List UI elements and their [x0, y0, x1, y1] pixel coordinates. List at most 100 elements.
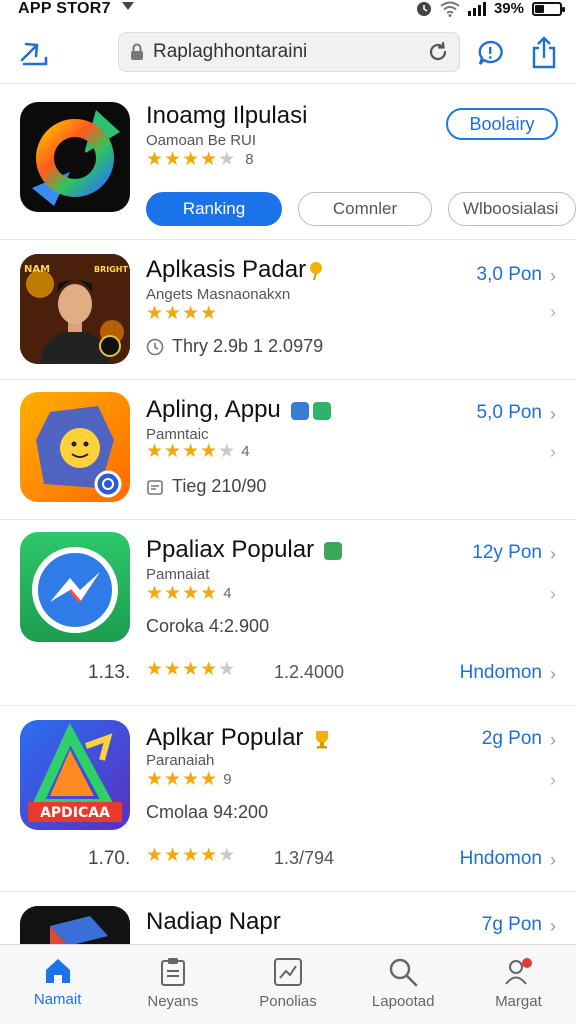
app-meta: Tieg 210/90 — [146, 476, 266, 497]
featured-app-subtitle: Oamoan Be RUI — [146, 132, 257, 149]
carrier-label: APP STOR7 — [18, 0, 111, 17]
star-filled-icon: ★ — [164, 659, 182, 680]
messenger-app-icon — [20, 532, 130, 642]
app-icon[interactable] — [20, 906, 130, 944]
featured-get-button[interactable]: Boolairy — [446, 108, 558, 140]
app-price[interactable]: 3,0 Pon — [477, 264, 543, 286]
bottom-tab-bar: Namait Neyans Ponolias Lapootad Margat — [0, 944, 576, 1024]
tab-label: Margat — [495, 993, 542, 1010]
app-icon[interactable] — [20, 532, 130, 642]
star-filled-icon: ★ — [182, 149, 200, 170]
cube-app-icon — [20, 906, 130, 944]
chat-button[interactable] — [472, 36, 508, 72]
star-filled-icon: ★ — [146, 303, 164, 324]
app-icon[interactable]: NAM BRIGHT — [20, 254, 130, 364]
tab-label: Neyans — [147, 993, 199, 1010]
rank-count: 1.3/794 — [274, 848, 335, 868]
app-title[interactable]: Apling, Appu — [146, 396, 331, 424]
search-icon — [390, 958, 418, 987]
filter-pill-third[interactable]: Wlboosialasi — [448, 192, 576, 226]
app-price[interactable]: 12y Pon — [472, 542, 542, 564]
app-meta: Thry 2.9b 1 2.0979 — [146, 336, 323, 357]
featured-app-icon[interactable] — [20, 102, 130, 212]
star-filled-icon: ★ — [182, 769, 200, 790]
tab-label: Ponolias — [259, 993, 317, 1010]
featured-rating: ★ ★ ★ ★ ★ 8 — [146, 150, 254, 169]
tab-search[interactable]: Lapootad — [346, 945, 461, 1024]
tab-label: Lapootad — [371, 993, 435, 1010]
app-meta: Coroka 4:2.900 — [146, 616, 269, 637]
filter-pill-ranking[interactable]: Ranking — [146, 192, 282, 226]
star-filled-icon: ★ — [200, 441, 218, 462]
tab-charts[interactable]: Ponolias — [230, 945, 345, 1024]
star-filled-icon: ★ — [200, 583, 218, 604]
battery-fill — [535, 4, 544, 13]
app-meta-text: Cmolaa 94:200 — [146, 802, 269, 822]
star-rating: ★ ★ ★ ★ — [146, 584, 217, 603]
profile-icon — [505, 958, 533, 985]
star-filled-icon: ★ — [164, 583, 182, 604]
status-bar: APP STOR7 39% — [0, 0, 576, 22]
star-filled-icon: ★ — [146, 659, 164, 680]
star-filled-icon: ★ — [182, 303, 200, 324]
reload-icon[interactable] — [427, 41, 449, 63]
app-price[interactable]: 7g Pon — [482, 914, 542, 936]
battery-percent: 39% — [493, 0, 524, 17]
app-title[interactable]: Nadiap Napr — [146, 908, 281, 936]
tab-home[interactable]: Namait — [0, 945, 115, 1024]
app-title-text: Aplkar Popular — [146, 724, 304, 751]
app-price[interactable]: 5,0 Pon — [477, 402, 543, 424]
app-list-item[interactable]: APDICAA Aplkar Popular Paranaiah ★ ★ ★ ★ 9 C… — [0, 706, 576, 892]
tab-news[interactable]: Neyans — [115, 945, 230, 1024]
app-subtitle: Paranaiah — [146, 752, 215, 769]
tab-profile[interactable]: Margat — [461, 945, 576, 1024]
chevron-right-icon: › — [550, 850, 556, 870]
star-filled-icon: ★ — [182, 845, 200, 866]
app-subtitle: Angets Masnaonakxn — [146, 286, 291, 303]
app-price[interactable]: 2g Pon — [482, 728, 542, 750]
dropdown-caret-icon — [122, 2, 134, 10]
rating-count: 8 — [245, 151, 254, 168]
app-title-text: Apling, Appu — [146, 396, 281, 423]
chevron-right-icon: › — [550, 302, 556, 322]
app-icon[interactable] — [20, 392, 130, 502]
rank-link[interactable]: Hndomon — [460, 662, 542, 684]
chevron-right-icon: › — [550, 544, 556, 564]
app-title[interactable]: Ppaliax Popular — [146, 536, 343, 564]
star-filled-icon: ★ — [146, 441, 164, 462]
back-button[interactable] — [14, 36, 54, 72]
rank-number: 1.13. — [88, 662, 131, 683]
app-title[interactable]: Aplkasis Padar — [146, 256, 323, 284]
trophy-badge-icon — [316, 730, 329, 749]
app-icon[interactable]: APDICAA — [20, 720, 130, 830]
search-input[interactable] — [153, 41, 419, 63]
chevron-right-icon: › — [550, 664, 556, 684]
star-rating: ★ ★ ★ ★ ★ — [146, 442, 235, 461]
clipboard-icon — [160, 958, 185, 986]
chevron-right-icon: › — [550, 266, 556, 286]
star-filled-icon: ★ — [146, 769, 164, 790]
badge-icon — [290, 401, 309, 420]
star-rating: ★ ★ ★ ★ — [146, 304, 217, 323]
app-list-item[interactable]: Nadiap Napr 7g Pon › — [0, 892, 576, 944]
rank-link[interactable]: Hndomon — [460, 848, 542, 870]
app-rating: ★ ★ ★ ★ 4 — [146, 584, 232, 603]
featured-app-card[interactable]: Inoamg Ilpulasi Oamoan Be RUI ★ ★ ★ ★ ★ 8 Bo… — [0, 90, 576, 240]
share-button[interactable] — [526, 34, 562, 72]
rank-number: 1.70. — [88, 848, 131, 869]
app-rating: ★ ★ ★ ★ — [146, 304, 217, 323]
featured-app-title[interactable]: Inoamg Ilpulasi — [146, 102, 307, 130]
app-meta-text: Tieg 210/90 — [172, 476, 267, 496]
app-list-item[interactable]: Ppaliax Popular Pamnaiat ★ ★ ★ ★ 4 Coroka 4:… — [0, 520, 576, 706]
filter-pill-second[interactable]: Comnler — [298, 192, 432, 226]
app-title[interactable]: Aplkar Popular — [146, 724, 331, 752]
app-list-item[interactable]: NAM BRIGHT Aplkasis Padar Angets Masnaon… — [0, 240, 576, 380]
star-filled-icon: ★ — [146, 149, 164, 170]
app-meta-text: Coroka 4:2.900 — [146, 616, 270, 636]
star-filled-icon: ★ — [146, 845, 164, 866]
icon-art-text-left: NAM — [24, 264, 50, 275]
app-list-item[interactable]: Apling, Appu Pamntaic ★ ★ ★ ★ ★ 4 Tieg 210/90… — [0, 380, 576, 520]
star-filled-icon: ★ — [164, 149, 182, 170]
search-bar[interactable] — [118, 32, 460, 72]
back-share-icon — [20, 42, 48, 66]
